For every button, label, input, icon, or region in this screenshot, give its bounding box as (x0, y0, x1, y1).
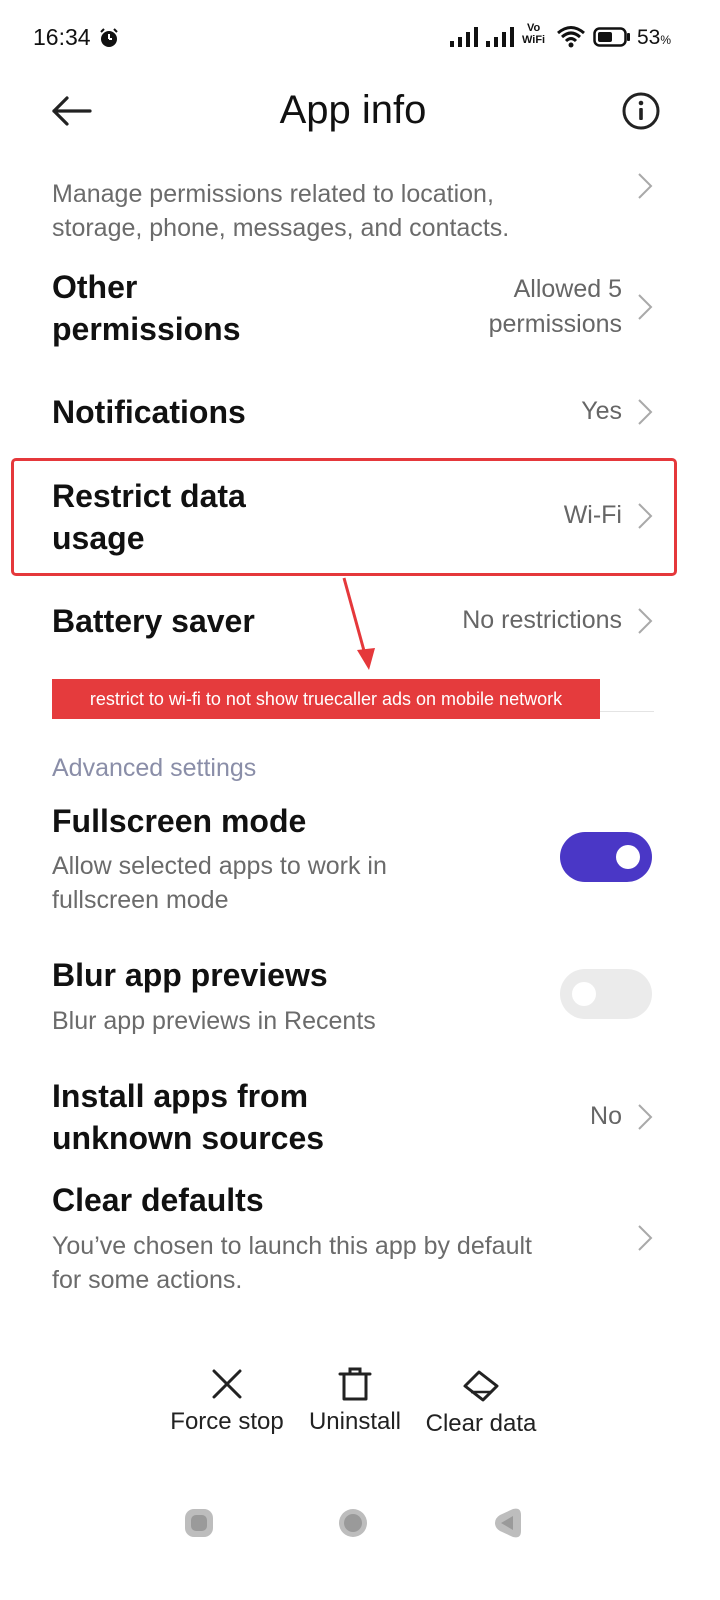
close-icon (212, 1369, 242, 1399)
other-permissions-title-1: Other (52, 269, 138, 305)
recents-nav-icon[interactable] (183, 1506, 215, 1540)
blur-app-previews-title: Blur app previews (52, 957, 328, 993)
alarm-clock-icon (100, 28, 118, 47)
other-permissions-row[interactable]: Other permissions Allowed 5 permissions (0, 262, 720, 362)
trash-icon (338, 1367, 372, 1401)
fullscreen-mode-toggle[interactable] (560, 832, 652, 882)
vowifi-top-text: Vo (526, 22, 541, 34)
battery-saver-row[interactable]: Battery saver No restrictions (0, 598, 720, 648)
clear-defaults-row[interactable]: Clear defaults You’ve chosen to launch t… (0, 1178, 720, 1298)
force-stop-label: Force stop (170, 1408, 284, 1435)
signal-sim2-icon (486, 27, 514, 47)
notifications-row[interactable]: Notifications Yes (0, 388, 720, 438)
notifications-title: Notifications (52, 394, 246, 430)
info-icon[interactable] (620, 90, 662, 132)
uninstall-label: Uninstall (308, 1408, 402, 1435)
status-time: 16:34 (33, 24, 91, 50)
chevron-right-icon (638, 1225, 653, 1251)
advanced-settings-header: Advanced settings (52, 754, 257, 782)
battery-saver-value: No restrictions (462, 606, 622, 634)
battery-icon (593, 27, 630, 47)
blur-app-previews-row[interactable]: Blur app previews Blur app previews in R… (0, 952, 720, 1042)
notifications-value: Yes (581, 397, 622, 425)
install-unknown-sources-row[interactable]: Install apps from unknown sources No (0, 1074, 720, 1170)
vowifi-bottom-text: WiFi (522, 34, 546, 46)
other-permissions-value-1: Allowed 5 (513, 275, 622, 303)
chevron-right-icon (638, 1104, 653, 1130)
uninstall-button[interactable]: Uninstall (300, 1366, 410, 1436)
other-permissions-value-2: permissions (488, 310, 622, 338)
back-nav-icon[interactable] (491, 1506, 523, 1540)
clear-data-label: Clear data (425, 1410, 537, 1437)
home-nav-icon[interactable] (337, 1506, 369, 1540)
chevron-right-icon (638, 173, 653, 199)
eraser-icon (463, 1370, 499, 1402)
fullscreen-mode-title: Fullscreen mode (52, 803, 307, 839)
chevron-right-icon (638, 294, 653, 320)
clear-defaults-desc-1: You’ve chosen to launch this app by defa… (52, 1232, 532, 1260)
wifi-icon (557, 26, 585, 48)
page-title: App info (279, 88, 427, 132)
force-stop-button[interactable]: Force stop (162, 1366, 292, 1436)
install-unknown-title-2: unknown sources (52, 1120, 325, 1156)
app-permissions-description-2: storage, phone, messages, and contacts. (52, 214, 510, 242)
annotation-callout: restrict to wi-fi to not show truecaller… (52, 679, 600, 719)
battery-saver-title: Battery saver (52, 603, 255, 639)
clear-defaults-title: Clear defaults (52, 1182, 264, 1218)
chevron-right-icon (638, 608, 653, 634)
install-unknown-value: No (590, 1102, 622, 1130)
highlight-box (11, 458, 677, 576)
clear-defaults-desc-2: for some actions. (52, 1266, 243, 1294)
fullscreen-mode-desc-2: fullscreen mode (52, 886, 229, 914)
app-permissions-row[interactable]: Manage permissions related to location, … (0, 150, 720, 246)
app-permissions-description-1: Manage permissions related to location, (52, 180, 494, 208)
clear-data-button[interactable]: Clear data (418, 1366, 544, 1438)
battery-value: 53 (637, 26, 661, 49)
section-divider (600, 711, 654, 712)
battery-unit: % (660, 33, 672, 47)
battery-percent: 53% (637, 26, 671, 50)
fullscreen-mode-row[interactable]: Fullscreen mode Allow selected apps to w… (0, 798, 720, 920)
other-permissions-title-2: permissions (52, 311, 241, 347)
install-unknown-title-1: Install apps from (52, 1078, 309, 1114)
chevron-right-icon (638, 399, 653, 425)
blur-app-previews-desc: Blur app previews in Recents (52, 1007, 376, 1035)
signal-sim1-icon (450, 27, 478, 47)
fullscreen-mode-desc-1: Allow selected apps to work in (52, 852, 387, 880)
vowifi-indicator: Vo WiFi (522, 22, 545, 46)
blur-app-previews-toggle[interactable] (560, 969, 652, 1019)
